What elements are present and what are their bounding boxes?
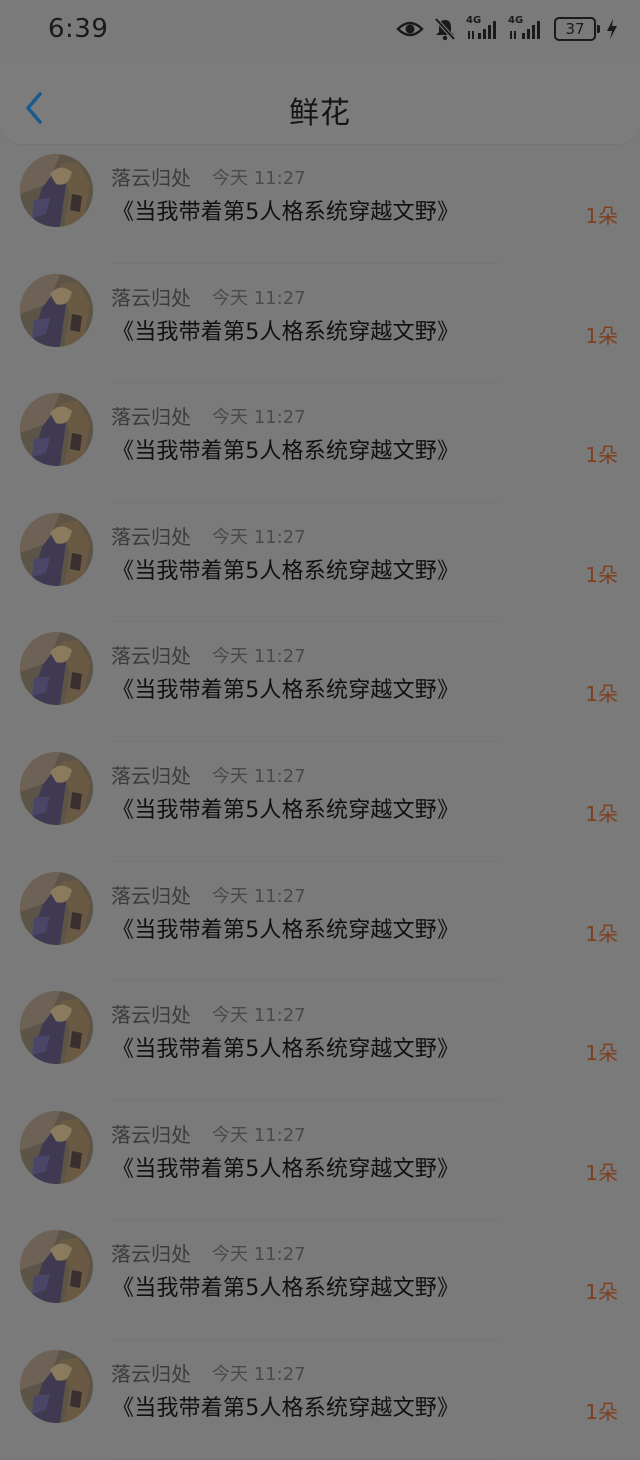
- flower-count: 1朵: [585, 443, 618, 468]
- flower-count: 1朵: [585, 682, 618, 707]
- charging-icon: [606, 18, 618, 40]
- status-bar: 6:39 4G 4G 37: [0, 0, 640, 64]
- status-time: 6:39: [48, 14, 109, 44]
- list-item[interactable]: 落云归处 今天 11:27 《当我带着第5人格系统穿越文野》 1朵: [0, 144, 640, 264]
- avatar[interactable]: [20, 273, 93, 347]
- eye-icon: [396, 19, 424, 39]
- flower-count: 1朵: [585, 1160, 618, 1185]
- send-time: 今天 11:27: [212, 287, 306, 309]
- send-time: 今天 11:27: [212, 646, 306, 668]
- send-time: 今天 11:27: [212, 1244, 306, 1266]
- send-time: 今天 11:27: [212, 1124, 306, 1146]
- list-item[interactable]: 落云归处 今天 11:27 《当我带着第5人格系统穿越文野》 1朵: [0, 383, 640, 503]
- avatar[interactable]: [20, 991, 93, 1065]
- list-item[interactable]: 落云归处 今天 11:27 《当我带着第5人格系统穿越文野》 1朵: [0, 1101, 640, 1221]
- send-time: 今天 11:27: [212, 168, 306, 189]
- sender-name: 落云归处: [111, 1003, 191, 1028]
- list-item[interactable]: 落云归处 今天 11:27 《当我带着第5人格系统穿越文野》 1朵: [0, 981, 640, 1101]
- list-item[interactable]: 落云归处 今天 11:27 《当我带着第5人格系统穿越文野》 1朵: [0, 622, 640, 742]
- book-title[interactable]: 《当我带着第5人格系统穿越文野》: [112, 912, 459, 944]
- list-item[interactable]: 落云归处 今天 11:27 《当我带着第5人格系统穿越文野》 1朵: [0, 1220, 640, 1340]
- sender-name: 落云归处: [111, 883, 191, 908]
- avatar[interactable]: [20, 393, 93, 467]
- sender-name: 落云归处: [111, 1242, 191, 1267]
- send-time: 今天 11:27: [212, 1363, 306, 1385]
- list-item[interactable]: 落云归处 今天 11:27 《当我带着第5人格系统穿越文野》 1朵: [0, 742, 640, 862]
- sender-name: 落云归处: [111, 405, 191, 430]
- bell-off-icon: [434, 17, 456, 41]
- signal-icon-2: 4G: [508, 15, 544, 40]
- book-title[interactable]: 《当我带着第5人格系统穿越文野》: [112, 1270, 459, 1302]
- sender-name: 落云归处: [111, 524, 191, 549]
- avatar[interactable]: [20, 1110, 93, 1184]
- book-title[interactable]: 《当我带着第5人格系统穿越文野》: [112, 672, 459, 704]
- book-title[interactable]: 《当我带着第5人格系统穿越文野》: [112, 1390, 459, 1422]
- book-title[interactable]: 《当我带着第5人格系统穿越文野》: [112, 1031, 459, 1063]
- book-title[interactable]: 《当我带着第5人格系统穿越文野》: [112, 792, 459, 824]
- network-type-1: 4G: [466, 15, 482, 26]
- avatar[interactable]: [20, 1230, 93, 1304]
- list-item[interactable]: 落云归处 今天 11:27 《当我带着第5人格系统穿越文野》 1朵: [0, 503, 640, 623]
- send-time: 今天 11:27: [212, 885, 306, 907]
- list-item[interactable]: 落云归处 今天 11:27 《当我带着第5人格系统穿越文野》 1朵: [0, 1340, 640, 1460]
- avatar[interactable]: [20, 632, 93, 706]
- list-item[interactable]: 落云归处 今天 11:27 《当我带着第5人格系统穿越文野》 1朵: [0, 264, 640, 384]
- send-time: 今天 11:27: [212, 526, 306, 548]
- flower-count: 1朵: [585, 801, 618, 826]
- status-icons: 4G 4G 37: [396, 15, 618, 41]
- flower-count: 1朵: [585, 562, 618, 587]
- avatar[interactable]: [20, 154, 93, 227]
- book-title[interactable]: 《当我带着第5人格系统穿越文野》: [112, 194, 459, 226]
- flower-count: 1朵: [585, 323, 618, 348]
- book-title[interactable]: 《当我带着第5人格系统穿越文野》: [112, 553, 459, 585]
- header: 鲜花: [0, 64, 640, 144]
- signal-icon-1: 4G: [466, 15, 498, 40]
- book-title[interactable]: 《当我带着第5人格系统穿越文野》: [112, 1151, 459, 1183]
- book-title[interactable]: 《当我带着第5人格系统穿越文野》: [112, 314, 459, 346]
- flower-list: 落云归处 今天 11:27 《当我带着第5人格系统穿越文野》 1朵 落云归处 今…: [0, 144, 640, 1460]
- avatar[interactable]: [20, 512, 93, 586]
- sender-name: 落云归处: [111, 644, 191, 669]
- avatar[interactable]: [20, 871, 93, 945]
- flower-count: 1朵: [585, 1041, 618, 1066]
- network-type-2: 4G: [508, 15, 524, 26]
- flower-count: 1朵: [585, 1280, 618, 1305]
- flower-count: 1朵: [585, 204, 618, 228]
- avatar[interactable]: [20, 751, 93, 825]
- flower-count: 1朵: [585, 1399, 618, 1424]
- sender-name: 落云归处: [111, 1122, 191, 1147]
- sender-name: 落云归处: [111, 763, 191, 788]
- sender-name: 落云归处: [111, 285, 191, 310]
- send-time: 今天 11:27: [212, 765, 306, 787]
- send-time: 今天 11:27: [212, 1005, 306, 1027]
- list-item[interactable]: 落云归处 今天 11:27 《当我带着第5人格系统穿越文野》 1朵: [0, 862, 640, 982]
- sender-name: 落云归处: [111, 166, 191, 190]
- divider: [112, 1458, 500, 1460]
- flower-count: 1朵: [585, 921, 618, 946]
- send-time: 今天 11:27: [212, 407, 306, 429]
- book-title[interactable]: 《当我带着第5人格系统穿越文野》: [112, 433, 459, 465]
- battery-indicator: 37: [554, 17, 600, 41]
- sender-name: 落云归处: [111, 1361, 191, 1386]
- avatar[interactable]: [20, 1349, 93, 1423]
- page-title: 鲜花: [289, 96, 351, 131]
